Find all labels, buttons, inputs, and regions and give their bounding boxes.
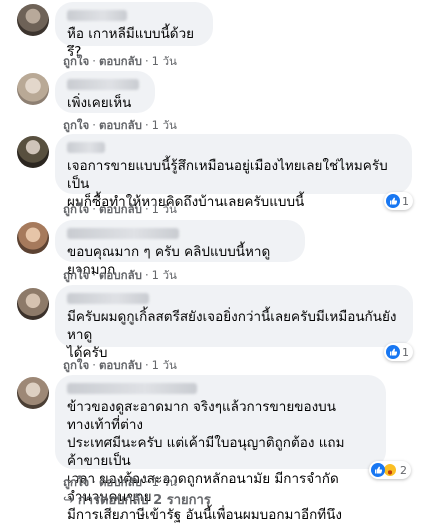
reaction-summary[interactable]: 1 [384, 343, 413, 361]
comment-time[interactable]: 1 วัน [152, 54, 177, 68]
comment-time[interactable]: 1 วัน [152, 475, 177, 489]
author-name-redacted[interactable] [67, 228, 179, 239]
comment-actions: ถูกใจ · ตอบกลับ · 1 วัน [63, 202, 177, 216]
comment-bubble: เจอการขายแบบนี้รู้สึกเหมือนอยู่เมืองไทยเ… [55, 134, 412, 210]
view-replies-link[interactable]: ↪ การตอบกลับ 2 รายการ [63, 489, 211, 510]
comment-actions: ถูกใจ · ตอบกลับ · 1 วัน [63, 54, 177, 68]
reaction-count: 1 [402, 194, 409, 208]
like-link[interactable]: ถูกใจ [63, 475, 89, 489]
like-link[interactable]: ถูกใจ [63, 54, 89, 68]
reply-link[interactable]: ตอบกลับ [99, 358, 142, 372]
reply-link[interactable]: ตอบกลับ [99, 475, 142, 489]
like-link[interactable]: ถูกใจ [63, 202, 89, 216]
like-link[interactable]: ถูกใจ [63, 268, 89, 282]
comment-text: มีครับผมดูกูเกิ้ลสตรีสยังเจอยิ่งกว่านี้เ… [67, 309, 397, 361]
comment-actions: ถูกใจ · ตอบกลับ · 1 วัน [63, 118, 177, 132]
like-reaction-icon [386, 194, 400, 208]
comment-actions: ถูกใจ · ตอบกลับ · 1 วัน [63, 358, 177, 372]
avatar[interactable] [17, 4, 49, 36]
author-name-redacted[interactable] [67, 10, 127, 21]
comment-bubble: มีครับผมดูกูเกิ้ลสตรีสยังเจอยิ่งกว่านี้เ… [55, 285, 413, 361]
like-reaction-icon [386, 345, 400, 359]
reply-arrow-icon: ↪ [63, 493, 74, 508]
reply-link[interactable]: ตอบกลับ [99, 202, 142, 216]
reply-link[interactable]: ตอบกลับ [99, 54, 142, 68]
comment-actions: ถูกใจ · ตอบกลับ · 1 วัน [63, 268, 177, 282]
replies-label: การตอบกลับ 2 รายการ [77, 493, 211, 508]
avatar[interactable] [17, 288, 49, 320]
like-reaction-icon [371, 463, 385, 477]
author-name-redacted[interactable] [67, 79, 139, 90]
comment-bubble: ขอบคุณมาก ๆ ครับ คลิปแบบนี้หาดูยากมาก [55, 220, 305, 278]
haha-reaction-icon [383, 463, 397, 477]
comment-bubble: เพิ่งเคยเห็น [55, 71, 155, 113]
reply-link[interactable]: ตอบกลับ [99, 268, 142, 282]
reaction-count: 1 [402, 345, 409, 359]
comment-time[interactable]: 1 วัน [152, 268, 177, 282]
author-name-redacted[interactable] [67, 383, 197, 394]
like-link[interactable]: ถูกใจ [63, 358, 89, 372]
comment-time[interactable]: 1 วัน [152, 202, 177, 216]
comment-bubble: ข้าวของดูสะอาดมาก จริงๆแล้วการขายของบนทา… [55, 375, 386, 523]
reply-link[interactable]: ตอบกลับ [99, 118, 142, 132]
author-name-redacted[interactable] [67, 142, 105, 153]
avatar[interactable] [17, 377, 49, 409]
reaction-count: 2 [400, 463, 407, 477]
comment-text: เพิ่งเคยเห็น [67, 95, 132, 111]
like-link[interactable]: ถูกใจ [63, 118, 89, 132]
avatar[interactable] [17, 73, 49, 105]
reaction-summary[interactable]: 2 [369, 461, 411, 479]
avatar[interactable] [17, 136, 49, 168]
comment-bubble: หือ เกาหลีมีแบบนี้ด้วยรึ? [55, 2, 213, 60]
comment-time[interactable]: 1 วัน [152, 358, 177, 372]
author-name-redacted[interactable] [67, 293, 149, 304]
comment-time[interactable]: 1 วัน [152, 118, 177, 132]
reaction-summary[interactable]: 1 [384, 192, 413, 210]
avatar[interactable] [17, 222, 49, 254]
